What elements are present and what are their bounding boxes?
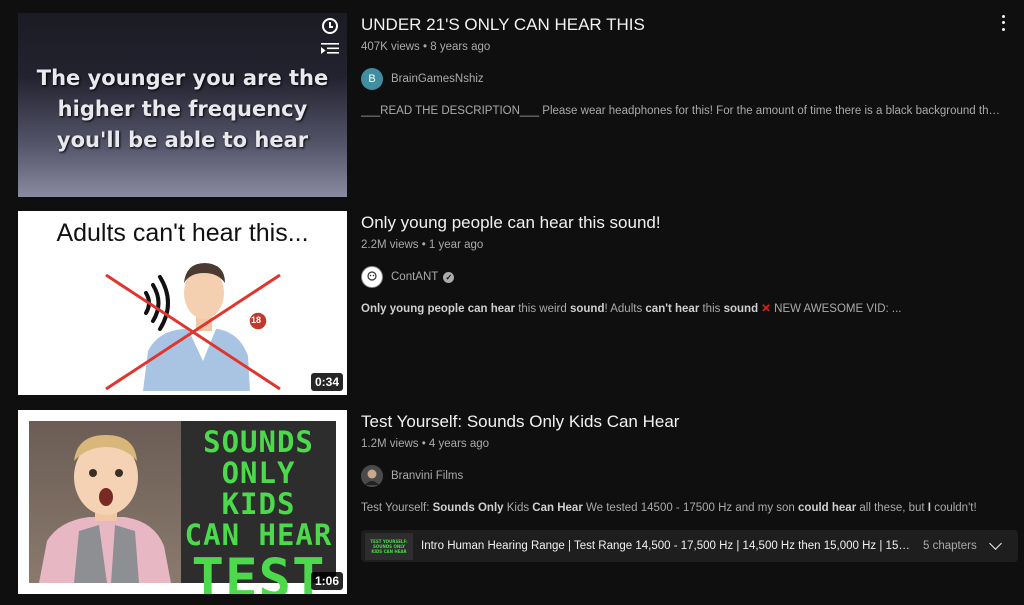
video-info: UNDER 21'S ONLY CAN HEAR THIS 407K views… <box>361 13 1024 119</box>
add-to-queue-icon[interactable] <box>321 42 339 56</box>
chapters-bar[interactable]: TEST YOURSELF: SOUNDS ONLY KIDS CAN HEAR… <box>361 530 1018 562</box>
video-duration: 1:06 <box>310 572 343 590</box>
channel-avatar-photo <box>361 465 383 487</box>
channel-row[interactable]: ContANT ✓ <box>361 265 1024 289</box>
channel-avatar[interactable] <box>361 266 383 288</box>
age-badge-text: 18 <box>251 315 262 325</box>
video-info: Only young people can hear this sound! 2… <box>361 211 1024 317</box>
channel-name[interactable]: BrainGamesNshiz <box>391 73 484 85</box>
video-info: Test Yourself: Sounds Only Kids Can Hear… <box>361 410 1024 516</box>
verified-icon: ✓ <box>443 271 455 283</box>
thumbnail-photo <box>29 421 181 583</box>
channel-row[interactable]: Branvini Films <box>361 464 1024 488</box>
thumbnail-text: SOUNDS ONLY KIDS CAN HEAR TEST <box>181 421 336 594</box>
video-title[interactable]: Test Yourself: Sounds Only Kids Can Hear <box>361 410 1024 434</box>
chapters-count: 5 chapters <box>923 540 977 552</box>
video-thumbnail[interactable]: The younger you are the higher the frequ… <box>18 13 347 197</box>
thumbnail-hover-actions <box>319 18 341 56</box>
thumbnail-text: The younger you are the higher the frequ… <box>36 66 329 152</box>
video-meta: 1.2M views • 4 years ago <box>361 438 490 450</box>
child-illustration <box>39 435 171 583</box>
watch-later-icon[interactable] <box>322 18 338 34</box>
video-description: ___READ THE DESCRIPTION___ Please wear h… <box>361 105 1001 117</box>
video-description: Test Yourself: Sounds Only Kids Can Hear… <box>361 502 977 514</box>
video-meta: 2.2M views • 1 year ago <box>361 239 484 251</box>
channel-row[interactable]: B BrainGamesNshiz <box>361 67 1024 91</box>
more-actions-icon[interactable] <box>1000 13 1006 33</box>
video-title[interactable]: UNDER 21'S ONLY CAN HEAR THIS <box>361 13 1024 37</box>
video-description: Only young people can hear this weird so… <box>361 303 902 315</box>
channel-avatar[interactable]: B <box>361 68 383 90</box>
ant-logo-icon <box>367 271 377 281</box>
thumbnail-illustration <box>105 263 281 391</box>
cross-mark-icon: ✕ <box>761 303 771 315</box>
channel-name[interactable]: ContANT <box>391 271 438 283</box>
chevron-down-icon[interactable] <box>988 537 1002 550</box>
chapters-text: Intro Human Hearing Range | Test Range 1… <box>421 540 911 552</box>
video-thumbnail[interactable]: SOUNDS ONLY KIDS CAN HEAR TEST 1:06 <box>18 410 347 594</box>
video-thumbnail[interactable]: Adults can't hear this... 18 0:34 <box>18 211 347 395</box>
video-meta: 407K views • 8 years ago <box>361 41 491 53</box>
video-duration: 0:34 <box>310 373 343 391</box>
channel-name[interactable]: Branvini Films <box>391 470 463 482</box>
video-title[interactable]: Only young people can hear this sound! <box>361 211 1024 235</box>
channel-avatar[interactable] <box>361 465 383 487</box>
chapter-thumbnail: TEST YOURSELF: SOUNDS ONLY KIDS CAN HEAR <box>365 532 413 560</box>
search-results: The younger you are the higher the frequ… <box>0 0 1024 605</box>
